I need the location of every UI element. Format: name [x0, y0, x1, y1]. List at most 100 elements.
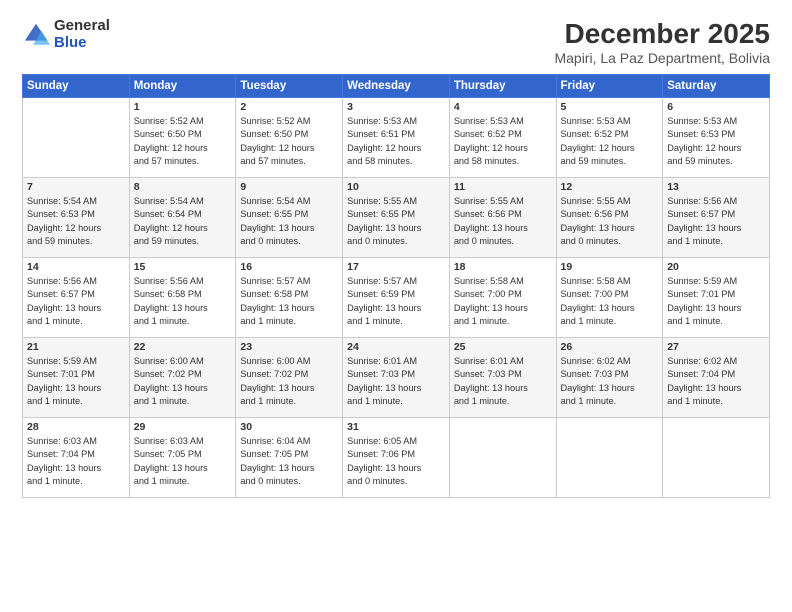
calendar-cell: 22 Sunrise: 6:00 AMSunset: 7:02 PMDayligh…	[129, 338, 236, 418]
day-number: 8	[134, 181, 232, 193]
day-number: 1	[134, 101, 232, 113]
day-number: 31	[347, 421, 445, 433]
calendar-cell: 23Sunrise: 6:00 AMSunset: 7:02 PMDayligh…	[236, 338, 343, 418]
calendar-cell: 2 Sunrise: 5:52 AMSunset: 6:50 PMDaylight…	[236, 98, 343, 178]
day-info: Sunrise: 5:59 AMSunset: 7:01 PMDaylight:…	[667, 275, 765, 328]
day-number: 12	[561, 181, 659, 193]
calendar-cell: 5Sunrise: 5:53 AMSunset: 6:52 PMDaylight…	[556, 98, 663, 178]
day-number: 13	[667, 181, 765, 193]
day-header-thursday: Thursday	[449, 75, 556, 98]
day-info: Sunrise: 6:00 AMSunset: 7:02 PMDaylight:…	[134, 355, 232, 408]
logo-text: General Blue	[54, 18, 110, 51]
calendar-cell: 18 Sunrise: 5:58 AMSunset: 7:00 PMDayligh…	[449, 258, 556, 338]
day-info: Sunrise: 5:56 AMSunset: 6:57 PMDaylight:…	[667, 195, 765, 248]
calendar-cell	[23, 98, 130, 178]
day-number: 3	[347, 101, 445, 113]
calendar-cell: 27 Sunrise: 6:02 AMSunset: 7:04 PMDayligh…	[663, 338, 770, 418]
calendar-cell: 17Sunrise: 5:57 AMSunset: 6:59 PMDayligh…	[343, 258, 450, 338]
day-info: Sunrise: 5:54 AMSunset: 6:53 PMDaylight:…	[27, 195, 125, 248]
day-number: 7	[27, 181, 125, 193]
calendar-week-4: 21Sunrise: 5:59 AMSunset: 7:01 PMDayligh…	[23, 338, 770, 418]
day-number: 19	[561, 261, 659, 273]
day-number: 6	[667, 101, 765, 113]
day-info: Sunrise: 5:54 AMSunset: 6:55 PMDaylight:…	[240, 195, 338, 248]
day-info: Sunrise: 5:55 AMSunset: 6:56 PMDaylight:…	[561, 195, 659, 248]
calendar-cell: 24Sunrise: 6:01 AMSunset: 7:03 PMDayligh…	[343, 338, 450, 418]
calendar-cell: 1 Sunrise: 5:52 AMSunset: 6:50 PMDaylight…	[129, 98, 236, 178]
calendar-cell: 13 Sunrise: 5:56 AMSunset: 6:57 PMDayligh…	[663, 178, 770, 258]
day-info: Sunrise: 6:05 AMSunset: 7:06 PMDaylight:…	[347, 435, 445, 488]
day-info: Sunrise: 5:58 AMSunset: 7:00 PMDaylight:…	[454, 275, 552, 328]
calendar-week-3: 14 Sunrise: 5:56 AMSunset: 6:57 PMDayligh…	[23, 258, 770, 338]
day-info: Sunrise: 6:04 AMSunset: 7:05 PMDaylight:…	[240, 435, 338, 488]
day-info: Sunrise: 6:03 AMSunset: 7:04 PMDaylight:…	[27, 435, 125, 488]
subtitle: Mapiri, La Paz Department, Bolivia	[554, 50, 770, 66]
day-info: Sunrise: 5:52 AMSunset: 6:50 PMDaylight:…	[240, 115, 338, 168]
day-number: 15	[134, 261, 232, 273]
day-number: 14	[27, 261, 125, 273]
title-block: December 2025 Mapiri, La Paz Department,…	[554, 18, 770, 66]
calendar-cell: 26Sunrise: 6:02 AMSunset: 7:03 PMDayligh…	[556, 338, 663, 418]
day-info: Sunrise: 5:53 AMSunset: 6:52 PMDaylight:…	[454, 115, 552, 168]
day-header-saturday: Saturday	[663, 75, 770, 98]
day-info: Sunrise: 5:53 AMSunset: 6:51 PMDaylight:…	[347, 115, 445, 168]
day-info: Sunrise: 5:57 AMSunset: 6:58 PMDaylight:…	[240, 275, 338, 328]
day-number: 22	[134, 341, 232, 353]
logo-blue-text: Blue	[54, 35, 110, 52]
calendar-cell: 7 Sunrise: 5:54 AMSunset: 6:53 PMDaylight…	[23, 178, 130, 258]
calendar-week-2: 7 Sunrise: 5:54 AMSunset: 6:53 PMDaylight…	[23, 178, 770, 258]
day-number: 11	[454, 181, 552, 193]
day-number: 10	[347, 181, 445, 193]
day-number: 20	[667, 261, 765, 273]
day-number: 18	[454, 261, 552, 273]
logo-icon	[22, 21, 50, 49]
day-number: 4	[454, 101, 552, 113]
calendar-cell: 30Sunrise: 6:04 AMSunset: 7:05 PMDayligh…	[236, 418, 343, 498]
day-info: Sunrise: 6:02 AMSunset: 7:04 PMDaylight:…	[667, 355, 765, 408]
logo: General Blue	[22, 18, 110, 51]
day-info: Sunrise: 5:58 AMSunset: 7:00 PMDaylight:…	[561, 275, 659, 328]
day-number: 5	[561, 101, 659, 113]
calendar-cell: 20 Sunrise: 5:59 AMSunset: 7:01 PMDayligh…	[663, 258, 770, 338]
logo-general-text: General	[54, 18, 110, 35]
calendar-cell: 14 Sunrise: 5:56 AMSunset: 6:57 PMDayligh…	[23, 258, 130, 338]
day-info: Sunrise: 5:52 AMSunset: 6:50 PMDaylight:…	[134, 115, 232, 168]
day-header-tuesday: Tuesday	[236, 75, 343, 98]
day-header-wednesday: Wednesday	[343, 75, 450, 98]
calendar-cell: 16 Sunrise: 5:57 AMSunset: 6:58 PMDayligh…	[236, 258, 343, 338]
calendar-cell: 9 Sunrise: 5:54 AMSunset: 6:55 PMDaylight…	[236, 178, 343, 258]
day-number: 29	[134, 421, 232, 433]
calendar-cell: 10 Sunrise: 5:55 AMSunset: 6:55 PMDayligh…	[343, 178, 450, 258]
calendar-week-5: 28Sunrise: 6:03 AMSunset: 7:04 PMDayligh…	[23, 418, 770, 498]
calendar-cell: 15Sunrise: 5:56 AMSunset: 6:58 PMDayligh…	[129, 258, 236, 338]
calendar-cell: 21Sunrise: 5:59 AMSunset: 7:01 PMDayligh…	[23, 338, 130, 418]
day-number: 25	[454, 341, 552, 353]
day-number: 2	[240, 101, 338, 113]
day-number: 23	[240, 341, 338, 353]
day-info: Sunrise: 5:59 AMSunset: 7:01 PMDaylight:…	[27, 355, 125, 408]
day-header-friday: Friday	[556, 75, 663, 98]
day-number: 27	[667, 341, 765, 353]
calendar-cell	[449, 418, 556, 498]
calendar-cell	[663, 418, 770, 498]
day-number: 26	[561, 341, 659, 353]
day-info: Sunrise: 5:55 AMSunset: 6:56 PMDaylight:…	[454, 195, 552, 248]
day-info: Sunrise: 5:53 AMSunset: 6:53 PMDaylight:…	[667, 115, 765, 168]
calendar-cell: 6 Sunrise: 5:53 AMSunset: 6:53 PMDaylight…	[663, 98, 770, 178]
day-number: 24	[347, 341, 445, 353]
calendar-cell: 12 Sunrise: 5:55 AMSunset: 6:56 PMDayligh…	[556, 178, 663, 258]
day-number: 16	[240, 261, 338, 273]
header-row: SundayMondayTuesdayWednesdayThursdayFrid…	[23, 75, 770, 98]
day-info: Sunrise: 5:55 AMSunset: 6:55 PMDaylight:…	[347, 195, 445, 248]
day-number: 9	[240, 181, 338, 193]
day-info: Sunrise: 5:56 AMSunset: 6:57 PMDaylight:…	[27, 275, 125, 328]
calendar-cell: 8Sunrise: 5:54 AMSunset: 6:54 PMDaylight…	[129, 178, 236, 258]
calendar-cell	[556, 418, 663, 498]
calendar-cell: 4 Sunrise: 5:53 AMSunset: 6:52 PMDaylight…	[449, 98, 556, 178]
day-header-monday: Monday	[129, 75, 236, 98]
day-info: Sunrise: 6:03 AMSunset: 7:05 PMDaylight:…	[134, 435, 232, 488]
calendar-cell: 28Sunrise: 6:03 AMSunset: 7:04 PMDayligh…	[23, 418, 130, 498]
day-number: 17	[347, 261, 445, 273]
day-header-sunday: Sunday	[23, 75, 130, 98]
calendar-cell: 29 Sunrise: 6:03 AMSunset: 7:05 PMDayligh…	[129, 418, 236, 498]
